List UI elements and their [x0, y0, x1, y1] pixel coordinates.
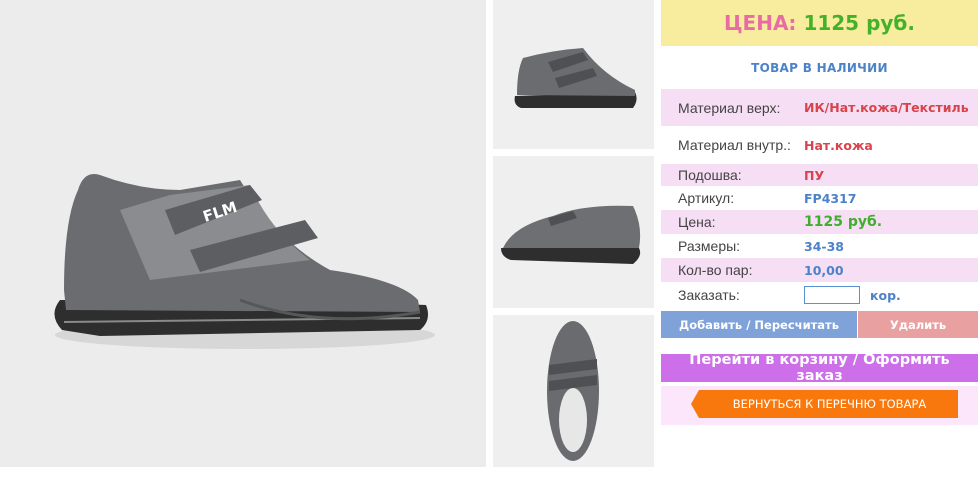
attribute-row-inner-material: Материал внутр.: Нат.кожа: [661, 126, 978, 164]
attribute-label: Материал внутр.:: [678, 137, 791, 153]
attribute-row-sizes: Размеры: 34-38: [661, 234, 978, 258]
main-product-image: FLM: [0, 0, 486, 467]
attribute-value: 1125 руб.: [804, 214, 883, 230]
shoe-side-illustration: FLM: [54, 174, 435, 349]
thumbnail-2[interactable]: [493, 156, 654, 308]
attribute-row-sole: Подошва: ПУ: [661, 164, 978, 186]
attribute-row-pairs: Кол-во пар: 10,00: [661, 258, 978, 282]
attribute-value: 10,00: [804, 262, 844, 278]
attribute-value: 34-38: [804, 238, 844, 254]
attribute-label: Материал верх:: [678, 99, 781, 116]
attribute-value: ИК/Нат.кожа/Текстиль: [804, 100, 969, 115]
shoe-thumbnail-inner-side: [501, 205, 641, 264]
price-banner: ЦЕНА: 1125 руб.: [661, 0, 978, 46]
order-label: Заказать:: [678, 287, 740, 303]
thumbnail-3[interactable]: [493, 315, 654, 467]
attribute-row-price: Цена: 1125 руб.: [661, 210, 978, 234]
product-attributes: Материал верх: ИК/Нат.кожа/Текстиль Мате…: [661, 89, 978, 308]
price-value: 1125 руб.: [803, 11, 915, 35]
back-to-list-button[interactable]: ВЕРНУТЬСЯ К ПЕРЕЧНЮ ТОВАРА: [691, 390, 958, 418]
price-label: ЦЕНА:: [724, 11, 797, 35]
attribute-label: Кол-во пар:: [678, 262, 753, 278]
attribute-label: Артикул:: [678, 190, 735, 206]
shoe-thumbnail-side: [514, 48, 637, 108]
back-link-container: ВЕРНУТЬСЯ К ПЕРЕЧНЮ ТОВАРА: [661, 386, 978, 425]
delete-button[interactable]: Удалить: [858, 311, 978, 338]
attribute-value: ПУ: [804, 167, 825, 183]
quantity-input[interactable]: [804, 286, 860, 304]
attribute-label: Размеры:: [678, 238, 741, 254]
order-unit: кор.: [870, 287, 901, 303]
shoe-thumbnail-top: [547, 321, 599, 461]
cart-checkout-button[interactable]: Перейти в корзину / Оформить заказ: [661, 352, 978, 384]
attribute-label: Подошва:: [678, 167, 742, 183]
thumbnail-1[interactable]: [493, 0, 654, 149]
attribute-row-upper-material: Материал верх: ИК/Нат.кожа/Текстиль: [661, 89, 978, 126]
add-recalculate-button[interactable]: Добавить / Пересчитать: [661, 311, 857, 338]
attribute-row-article: Артикул: FP4317: [661, 186, 978, 210]
attribute-value: FP4317: [804, 190, 857, 206]
order-row: Заказать: кор.: [661, 282, 978, 308]
stock-status: ТОВАР В НАЛИЧИИ: [751, 61, 888, 75]
attribute-value: Нат.кожа: [804, 137, 873, 153]
attribute-label: Цена:: [678, 214, 716, 230]
